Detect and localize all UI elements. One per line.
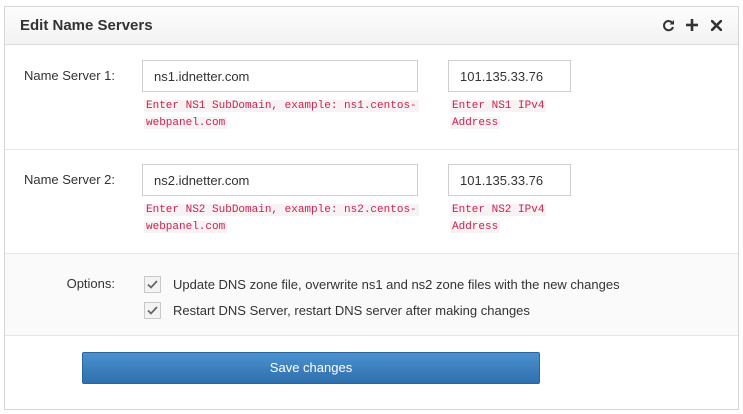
ns2-section: Name Server 2: Enter NS2 SubDomain, exam… bbox=[5, 150, 738, 253]
ns1-section: Name Server 1: Enter NS1 SubDomain, exam… bbox=[5, 46, 738, 149]
ns2-domain-help-line1: Enter NS2 SubDomain, example: ns2.centos… bbox=[144, 204, 419, 216]
ns2-ip-input[interactable] bbox=[448, 164, 571, 196]
ns1-ip-help-line1: Enter NS1 IPv4 bbox=[450, 100, 547, 112]
ns1-domain-help-line1: Enter NS1 SubDomain, example: ns1.centos… bbox=[144, 100, 419, 112]
update-dns-zone-label[interactable]: Update DNS zone file, overwrite ns1 and … bbox=[173, 277, 620, 292]
ns1-ip-help: Enter NS1 IPv4 Address bbox=[450, 98, 547, 132]
expand-plus-icon[interactable] bbox=[683, 15, 701, 35]
ns1-domain-input[interactable] bbox=[142, 60, 418, 92]
restart-dns-server-label[interactable]: Restart DNS Server, restart DNS server a… bbox=[173, 303, 530, 318]
ns2-ip-help: Enter NS2 IPv4 Address bbox=[450, 202, 547, 236]
refresh-icon[interactable] bbox=[659, 15, 677, 35]
checkmark-icon bbox=[147, 306, 158, 315]
ns2-domain-help-line2: webpanel.com bbox=[144, 221, 228, 233]
options-label: Options: bbox=[66, 276, 115, 291]
ns1-ip-help-line2: Address bbox=[450, 117, 501, 129]
ns2-ip-help-line2: Address bbox=[450, 221, 501, 233]
panel-title: Edit Name Servers bbox=[20, 17, 153, 34]
panel-header: Edit Name Servers bbox=[5, 7, 738, 45]
options-section: Options: Update DNS zone file, overwrite… bbox=[5, 254, 738, 335]
update-dns-zone-checkbox[interactable] bbox=[144, 276, 161, 293]
restart-dns-server-checkbox[interactable] bbox=[144, 302, 161, 319]
ns2-ip-help-line1: Enter NS2 IPv4 bbox=[450, 204, 547, 216]
ns2-label: Name Server 2: bbox=[23, 172, 115, 187]
ns1-label: Name Server 1: bbox=[23, 68, 115, 83]
ns1-domain-help: Enter NS1 SubDomain, example: ns1.centos… bbox=[144, 98, 419, 132]
close-icon[interactable] bbox=[707, 15, 725, 35]
divider bbox=[5, 335, 738, 336]
ns2-domain-input[interactable] bbox=[142, 164, 418, 196]
ns1-ip-input[interactable] bbox=[448, 60, 571, 92]
save-changes-button[interactable]: Save changes bbox=[82, 352, 540, 384]
edit-name-servers-panel: Edit Name Servers Name Server 1: Enter N… bbox=[4, 6, 739, 410]
checkmark-icon bbox=[147, 280, 158, 289]
ns1-domain-help-line2: webpanel.com bbox=[144, 117, 228, 129]
ns2-domain-help: Enter NS2 SubDomain, example: ns2.centos… bbox=[144, 202, 419, 236]
